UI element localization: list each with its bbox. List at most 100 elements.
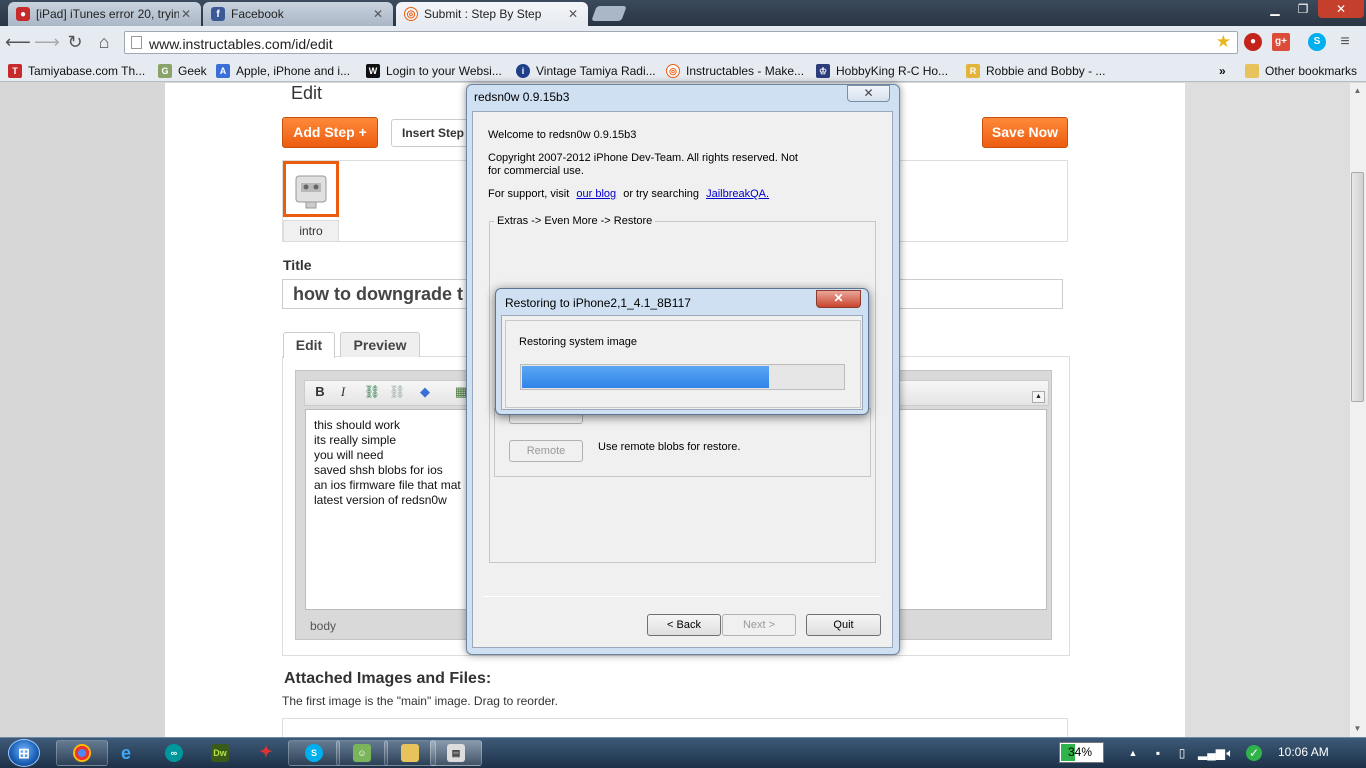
tray-app-icon[interactable]: ▪	[1150, 745, 1166, 761]
taskbar-messenger[interactable]: ☺	[336, 740, 388, 766]
tab-edit[interactable]: Edit	[283, 332, 335, 358]
quit-button[interactable]: Quit	[806, 614, 881, 636]
tab-preview[interactable]: Preview	[340, 332, 420, 357]
welcome-text: Welcome to redsn0w 0.9.15b3	[488, 129, 637, 141]
star-icon[interactable]: ★	[1216, 32, 1231, 52]
attached-files-dropzone[interactable]	[282, 718, 1068, 738]
taskbar-skype[interactable]: S	[288, 740, 340, 766]
close-icon[interactable]: ✕	[179, 7, 193, 21]
unlink-icon[interactable]: ⛓	[388, 384, 406, 400]
info-icon: i	[516, 64, 530, 78]
save-now-button[interactable]: Save Now	[982, 117, 1068, 148]
bookmark-geek[interactable]: G Geek	[158, 62, 207, 80]
tab-submit-step[interactable]: ◎ Submit : Step By Step ✕	[396, 2, 588, 26]
taskbar-app-window[interactable]: ▤	[430, 740, 482, 766]
separator	[483, 596, 881, 597]
tab-itunes-error[interactable]: ● [iPad] iTunes error 20, tryin ✕	[8, 2, 201, 26]
remote-button[interactable]: Remote	[509, 440, 583, 462]
robot-icon	[295, 175, 327, 209]
wrench-icon[interactable]: ≡	[1336, 33, 1354, 51]
bookmark-label: Robbie and Bobby - ...	[986, 64, 1106, 78]
bookmark-tamiyabase[interactable]: T Tamiyabase.com Th...	[8, 62, 145, 80]
skype-icon[interactable]: S	[1308, 33, 1326, 51]
bookmark-vintage-tamiya[interactable]: i Vintage Tamiya Radi...	[516, 62, 656, 80]
bookmark-instructables[interactable]: ◎ Instructables - Make...	[666, 62, 804, 80]
security-icon[interactable]: ✓	[1246, 745, 1262, 761]
start-button[interactable]: ⊞	[8, 739, 40, 767]
collapse-toolbar-icon[interactable]: ▲	[1032, 391, 1045, 403]
italic-icon[interactable]: I	[334, 384, 352, 400]
scroll-thumb[interactable]	[1351, 172, 1364, 402]
next-button[interactable]: Next >	[722, 614, 796, 636]
taskbar-dreamweaver[interactable]: Dw	[194, 740, 246, 766]
power-icon[interactable]: ▯	[1174, 745, 1190, 761]
eraser-icon[interactable]: ◆	[416, 384, 434, 400]
taskbar-redsn0w[interactable]: ✦	[240, 740, 292, 766]
support-prefix: For support, visit	[488, 188, 570, 200]
bookmark-website-login[interactable]: W Login to your Websi...	[366, 62, 502, 80]
forward-arrow-icon[interactable]: ⟶	[34, 30, 60, 54]
home-icon[interactable]: ⌂	[92, 30, 116, 54]
tamiya-icon: T	[8, 64, 22, 78]
bookmark-label: Instructables - Make...	[686, 64, 805, 78]
google-plus-icon[interactable]: g+	[1272, 33, 1290, 51]
copyright-line-1: Copyright 2007-2012 iPhone Dev-Team. All…	[488, 152, 798, 164]
bookmark-label: Geek	[178, 64, 207, 78]
scroll-down-icon[interactable]: ▼	[1351, 724, 1364, 736]
title-label: Title	[283, 257, 312, 273]
intro-step-label[interactable]: intro	[283, 220, 339, 242]
tab-facebook[interactable]: f Facebook ✕	[203, 2, 393, 26]
close-icon[interactable]: ✕	[566, 7, 580, 21]
redsn0w-close-icon[interactable]: ✕	[847, 85, 890, 102]
back-button[interactable]: < Back	[647, 614, 721, 636]
taskbar-arduino[interactable]: ∞	[148, 740, 200, 766]
window-icon: ▤	[447, 744, 465, 762]
bookmark-robbie-bobby[interactable]: R Robbie and Bobby - ...	[966, 62, 1105, 80]
signal-icon[interactable]: ▂▄▆	[1198, 745, 1225, 761]
new-tab-button[interactable]	[591, 6, 627, 21]
jailbreakqa-link[interactable]: JailbreakQA.	[706, 188, 769, 200]
copyright-line-2: for commercial use.	[488, 165, 584, 177]
scroll-up-icon[interactable]: ▲	[1351, 86, 1364, 98]
battery-percent: 34%	[1068, 745, 1093, 759]
bold-icon[interactable]: B	[311, 384, 329, 400]
clock[interactable]: 10:06 AM	[1278, 745, 1329, 759]
folder-icon	[401, 744, 419, 762]
skype-icon: S	[305, 744, 323, 762]
facebook-icon: f	[211, 7, 225, 21]
intro-step-thumbnail[interactable]	[283, 161, 339, 217]
restoring-dialog-title: Restoring to iPhone2,1_4.1_8B117	[505, 296, 691, 310]
taskbar-explorer[interactable]	[384, 740, 436, 766]
volume-icon[interactable]: 🔈︎	[1222, 745, 1238, 761]
arduino-icon: ∞	[165, 744, 183, 762]
other-bookmarks[interactable]: Other bookmarks	[1245, 62, 1357, 80]
bookmark-apple[interactable]: A Apple, iPhone and i...	[216, 62, 350, 80]
back-arrow-icon[interactable]: ⟵	[5, 30, 31, 54]
close-icon[interactable]: ✕	[371, 7, 385, 21]
messenger-icon: ☺	[353, 744, 371, 762]
taskbar-ie[interactable]: e	[100, 740, 152, 766]
bookmark-label: Other bookmarks	[1265, 64, 1358, 78]
tray-expand-icon[interactable]: ▲	[1125, 745, 1141, 761]
link-icon[interactable]: ⛓	[363, 384, 381, 400]
bookmark-hobbyking[interactable]: ♔ HobbyKing R-C Ho...	[816, 62, 948, 80]
bookmark-label: HobbyKing R-C Ho...	[836, 64, 949, 78]
add-step-button[interactable]: Add Step +	[282, 117, 378, 148]
minimize-icon[interactable]: ▁	[1262, 0, 1288, 18]
bookmarks-overflow-icon[interactable]: »	[1219, 62, 1226, 80]
blog-link[interactable]: our blog	[576, 188, 616, 200]
bookmark-label: Tamiyabase.com Th...	[28, 64, 146, 78]
support-line: For support, visit our blog or try searc…	[488, 188, 769, 201]
address-bar[interactable]: www.instructables.com/id/edit ★	[124, 31, 1238, 54]
url-text[interactable]: www.instructables.com/id/edit	[149, 36, 333, 52]
insert-step-button[interactable]: Insert Step	[391, 119, 471, 147]
folder-icon	[1245, 64, 1259, 78]
restoring-close-icon[interactable]: ✕	[816, 290, 861, 308]
reload-icon[interactable]: ↻	[63, 30, 87, 54]
tab-label: Submit : Step By Step	[424, 7, 542, 21]
battery-indicator[interactable]: 34%	[1059, 742, 1104, 763]
redsn0w-title: redsn0w 0.9.15b3	[474, 90, 570, 104]
maximize-icon[interactable]: ❐	[1290, 0, 1316, 18]
adblock-icon[interactable]: ●	[1244, 33, 1262, 51]
window-close-icon[interactable]: ✕	[1318, 0, 1364, 18]
